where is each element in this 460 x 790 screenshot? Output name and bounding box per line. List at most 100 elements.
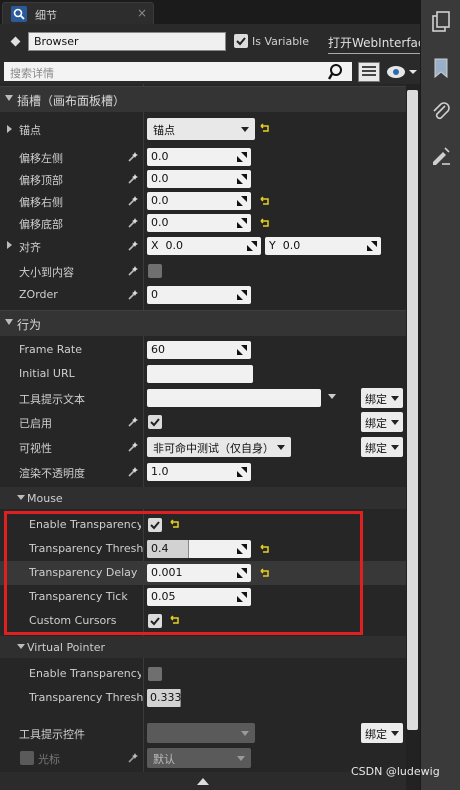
offset-top-input[interactable]: 0.0 (147, 170, 251, 188)
edit-icon[interactable] (429, 144, 453, 168)
binding-wand-icon[interactable] (127, 289, 139, 301)
bind-button[interactable]: 绑定 (361, 723, 403, 743)
drag-handle-icon[interactable] (237, 174, 247, 184)
zorder-input[interactable]: 0 (147, 286, 251, 304)
enabled-checkbox[interactable] (148, 415, 162, 429)
alignment-label: 对齐 (19, 241, 41, 254)
binding-wand-icon[interactable] (127, 151, 139, 163)
alignment-x-value: 0.0 (165, 239, 184, 252)
bottom-bar (0, 772, 406, 790)
category-label: 插槽（画布面板槽） (17, 94, 126, 108)
cursor-override-checkbox[interactable] (20, 751, 34, 765)
expand-arrow-icon[interactable] (7, 125, 12, 133)
tooltip-text-label: 工具提示文本 (19, 393, 85, 406)
drag-handle-icon[interactable] (367, 241, 377, 251)
render-opacity-label: 渲染不透明度 (19, 467, 85, 480)
enabled-label: 已启用 (19, 417, 52, 430)
reset-to-default-icon[interactable] (260, 218, 270, 228)
expand-arrow-icon[interactable] (7, 241, 12, 249)
dropdown-arrow-icon (241, 731, 249, 736)
initial-url-input[interactable] (147, 365, 253, 383)
tooltip-text-input[interactable] (147, 389, 321, 407)
collapse-arrow-icon[interactable] (5, 319, 13, 325)
anchor-dropdown[interactable]: 锚点 (147, 118, 255, 140)
bind-button[interactable]: 绑定 (361, 437, 403, 457)
offset-left-input[interactable]: 0.0 (147, 148, 251, 166)
paperclip-icon[interactable] (429, 100, 453, 124)
bind-label: 绑定 (365, 728, 387, 741)
binding-wand-icon[interactable] (127, 265, 139, 277)
collapse-arrow-icon[interactable] (17, 495, 25, 500)
row-offset-right: 偏移右侧 0.0 (0, 189, 406, 213)
visibility-dropdown[interactable]: 非可命中测试（仅自身） (147, 437, 291, 457)
offset-bottom-value: 0.0 (151, 216, 169, 229)
binding-wand-icon[interactable] (127, 195, 139, 207)
row-vp-transparency-threshold: Transparency Threshold 0.333 (0, 686, 406, 710)
size-to-content-checkbox[interactable] (148, 264, 162, 278)
search-icon[interactable] (328, 63, 346, 81)
render-opacity-value: 1.0 (151, 465, 169, 478)
frame-rate-input[interactable]: 60 (147, 341, 251, 359)
collapse-arrow-icon[interactable] (5, 95, 13, 101)
search-details-input[interactable]: 搜索详情 (4, 62, 352, 81)
tooltip-widget-label: 工具提示控件 (19, 728, 85, 741)
visibility-label: 可视性 (19, 442, 52, 455)
drag-handle-icon[interactable] (237, 196, 247, 206)
cursor-dropdown[interactable]: 默认 (147, 748, 251, 768)
reset-to-default-icon[interactable] (260, 123, 270, 133)
drag-handle-icon[interactable] (237, 218, 247, 228)
binding-wand-icon[interactable] (127, 416, 139, 428)
row-tooltip-text: 工具提示文本 绑定 (0, 386, 406, 410)
widget-name-input[interactable]: Browser (28, 32, 226, 51)
row-zorder: ZOrder 0 (0, 283, 406, 307)
row-visibility: 可视性 非可命中测试（仅自身） 绑定 (0, 435, 406, 459)
open-webinterface-link[interactable]: 打开WebInterface (328, 34, 420, 51)
tooltip-widget-dropdown[interactable] (147, 723, 255, 743)
binding-wand-icon[interactable] (127, 441, 139, 453)
is-variable-label: Is Variable (252, 35, 310, 48)
alignment-y-input[interactable]: Y 0.0 (265, 237, 381, 255)
tab-close-button[interactable]: × (137, 6, 147, 20)
alignment-x-input[interactable]: X 0.0 (147, 237, 261, 255)
offset-top-value: 0.0 (151, 172, 169, 185)
drag-handle-icon[interactable] (237, 290, 247, 300)
drag-handle-icon[interactable] (237, 345, 247, 355)
scroll-up-icon[interactable] (197, 778, 209, 785)
copy-icon[interactable] (429, 10, 453, 34)
drag-handle-icon[interactable] (237, 152, 247, 162)
offset-bottom-input[interactable]: 0.0 (147, 214, 251, 232)
drag-handle-icon[interactable] (247, 241, 257, 251)
subcategory-label: Virtual Pointer (27, 641, 106, 654)
category-behavior[interactable]: 行为 (0, 310, 406, 336)
subcategory-label: Mouse (27, 492, 63, 505)
tab-details[interactable]: 细节 × (2, 2, 154, 24)
subcategory-mouse[interactable]: Mouse (0, 487, 406, 509)
watermark: CSDN @ludewig (351, 765, 440, 778)
y-label: Y (269, 239, 276, 252)
subcategory-virtual-pointer[interactable]: Virtual Pointer (0, 636, 406, 658)
binding-wand-icon[interactable] (127, 240, 139, 252)
bind-button[interactable]: 绑定 (361, 412, 403, 432)
binding-wand-icon[interactable] (127, 466, 139, 478)
binding-wand-icon[interactable] (127, 217, 139, 229)
scrollbar-thumb[interactable] (407, 90, 418, 730)
binding-wand-icon[interactable] (127, 173, 139, 185)
is-variable-checkbox[interactable] (234, 34, 248, 48)
tooltip-options-arrow-icon[interactable] (328, 394, 336, 399)
bind-button[interactable]: 绑定 (361, 388, 403, 408)
bookmark-icon[interactable] (429, 56, 453, 80)
vp-enable-transparency-checkbox[interactable] (148, 667, 162, 681)
property-matrix-button[interactable] (358, 62, 380, 82)
vp-transparency-threshold-value: 0.333 (150, 691, 181, 704)
category-slot[interactable]: 插槽（画布面板槽） (0, 86, 406, 112)
render-opacity-input[interactable]: 1.0 (147, 463, 251, 481)
vp-transparency-threshold-slider[interactable]: 0.333 (147, 689, 181, 707)
binding-wand-icon[interactable] (127, 752, 139, 764)
reset-to-default-icon[interactable] (260, 196, 270, 206)
zorder-value: 0 (151, 288, 158, 301)
offset-right-input[interactable]: 0.0 (147, 192, 251, 210)
drag-handle-icon[interactable] (237, 467, 247, 477)
collapse-arrow-icon[interactable] (17, 644, 25, 649)
search-bar: 搜索详情 (0, 60, 420, 84)
view-options-eye-icon[interactable] (384, 62, 418, 82)
